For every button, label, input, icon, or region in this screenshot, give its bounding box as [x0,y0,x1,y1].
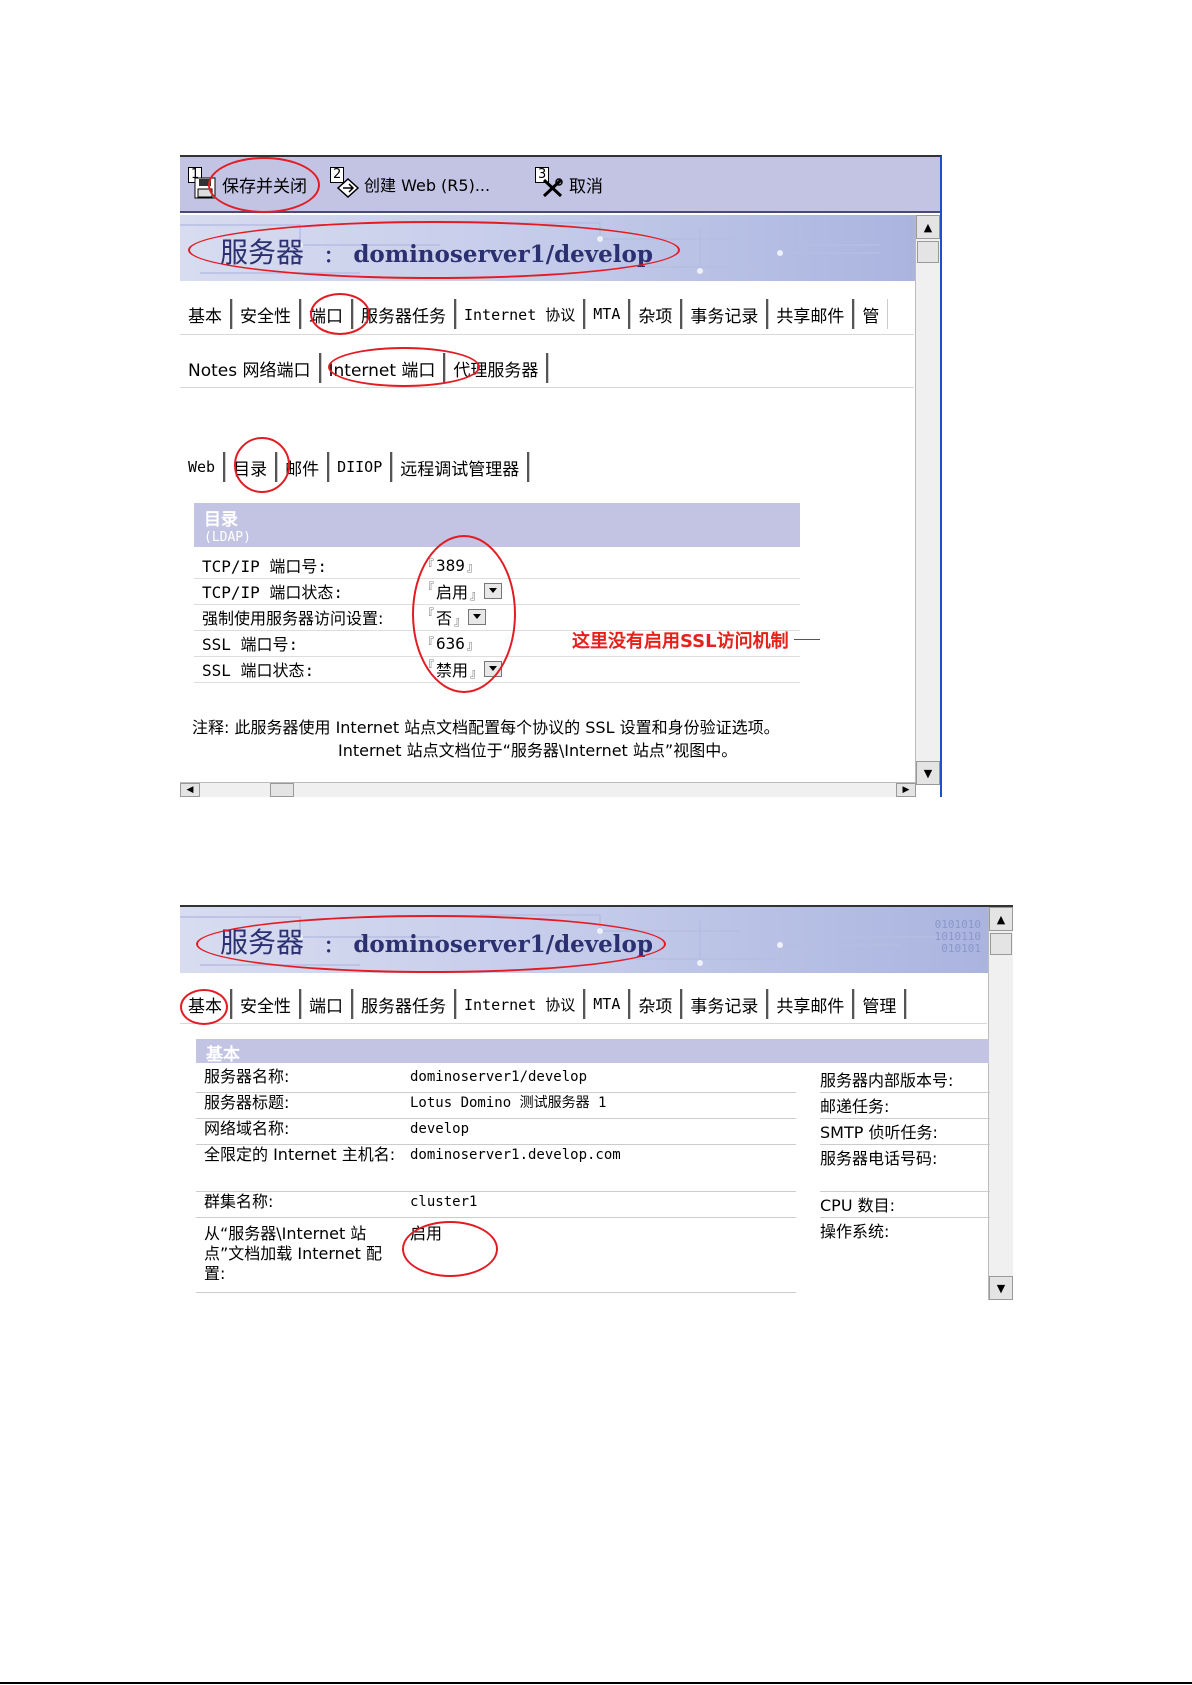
divider [180,1023,987,1024]
horizontal-scrollbar[interactable]: ◀ ▶ [180,782,916,797]
tcpip-port-status-row: TCP/IP 端口状态: 『启用』 [194,578,800,605]
right-label-mail-tasks: 邮递任务: [820,1093,990,1119]
scroll-down-arrow[interactable]: ▼ [916,761,940,785]
scroll-thumb-horizontal[interactable] [270,783,294,797]
tab-internet-ports[interactable]: Internet 端口 [321,353,446,383]
tcpip-port-number-row: TCP/IP 端口号: 『389』 [194,552,800,579]
server-title-row: 服务器标题: Lotus Domino 测试服务器 1 [196,1093,796,1119]
server-document-ports-window: 1 保存并关闭 2 创建 Web (R5)... 3 取消 服务器: domi… [180,155,942,797]
create-web-icon: 2 [330,167,360,199]
save-and-close-button[interactable]: 1 保存并关闭 [188,167,307,201]
right-label-phone-number: 服务器电话号码: [820,1145,990,1192]
scroll-right-arrow[interactable]: ▶ [896,783,916,797]
tab-admin-truncated[interactable]: 管 [854,299,887,329]
ssl-annotation: 这里没有启用SSL访问机制 [572,631,789,652]
tab-notes-network-ports[interactable]: Notes 网络端口 [180,353,321,383]
cancel-tools-icon: 3 [535,167,565,199]
server-title: 服务器 : dominoserver1/develop [220,926,653,959]
tab-transaction-log[interactable]: 事务记录 [682,299,769,329]
note-line-2: Internet 站点文档位于“服务器\Internet 站点”视图中。 [338,741,738,760]
tab-misc[interactable]: 杂项 [630,299,683,329]
internet-port-tabs: Web 目录 邮件 DIIOP 远程调试管理器 [180,450,530,484]
dropdown-arrow-icon[interactable] [484,661,503,677]
tab-ports[interactable]: 端口 [301,989,353,1019]
tab-server-tasks[interactable]: 服务器任务 [353,299,456,329]
tab-misc[interactable]: 杂项 [630,989,683,1019]
server-main-tabs: 基本 安全性 端口 服务器任务 Internet 协议 MTA 杂项 事务记录 … [180,297,887,331]
page-bottom-rule [0,1682,1192,1684]
binary-decoration: 0101010 1010110 010101 [934,918,981,955]
action-toolbar: 1 保存并关闭 2 创建 Web (R5)... 3 取消 [180,157,940,213]
scroll-up-arrow[interactable]: ▲ [989,907,1013,931]
right-label-cpu-count: CPU 数目: [820,1192,990,1218]
tab-web[interactable]: Web [180,452,226,482]
tab-transaction-log[interactable]: 事务记录 [682,989,769,1019]
server-name-row: 服务器名称: dominoserver1/develop [196,1067,796,1093]
vertical-scrollbar[interactable]: ▲ ▼ [988,907,1013,1300]
vertical-scrollbar[interactable]: ▲ ▼ [915,215,940,785]
create-web-label: 创建 Web (R5)... [364,176,491,195]
cancel-button[interactable]: 3 取消 [535,167,603,201]
divider [180,334,914,335]
save-disk-icon: 1 [188,167,218,199]
load-internet-config-row: 从“服务器\Internet 站点”文档加载 Internet 配置: 启用 [196,1218,796,1293]
save-and-close-label: 保存并关闭 [222,176,307,197]
ssl-port-status-select[interactable]: 『禁用』 [422,657,503,681]
tab-mta[interactable]: MTA [585,299,631,329]
basics-section-header: 基本 [196,1039,989,1065]
tab-internet-protocols[interactable]: Internet 协议 [456,989,586,1019]
tab-directory[interactable]: 目录 [225,452,278,482]
right-label-smtp-listener: SMTP 侦听任务: [820,1119,990,1145]
tab-server-tasks[interactable]: 服务器任务 [353,989,456,1019]
tab-mail[interactable]: 邮件 [277,452,330,482]
tab-remote-debug-manager[interactable]: 远程调试管理器 [392,452,530,482]
tab-security[interactable]: 安全性 [232,299,301,329]
port-sub-tabs: Notes 网络端口 Internet 端口 代理服务器 [180,351,549,385]
server-document-basics-window: 服务器 : dominoserver1/develop 0101010 10101… [180,905,1013,1300]
ldap-section-header: 目录 (LDAP) [194,503,800,547]
scroll-thumb[interactable] [917,241,939,263]
tcpip-port-number-field[interactable]: 『389』 [422,556,479,575]
dropdown-arrow-icon[interactable] [468,609,487,625]
server-title-banner: 服务器 : dominoserver1/develop [180,215,916,281]
annotation-pointer-line [794,639,820,640]
scroll-thumb[interactable] [990,933,1012,955]
tab-shared-mail[interactable]: 共享邮件 [768,299,855,329]
tab-mta[interactable]: MTA [585,989,631,1019]
tab-administration[interactable]: 管理 [854,989,907,1019]
enforce-access-select[interactable]: 『否』 [422,605,487,629]
ssl-port-number-field[interactable]: 『636』 [422,634,479,653]
scroll-down-arrow[interactable]: ▼ [989,1276,1013,1300]
tab-proxy-server[interactable]: 代理服务器 [445,353,549,383]
tcpip-port-status-select[interactable]: 『启用』 [422,579,503,603]
tab-ports[interactable]: 端口 [301,299,353,329]
tab-internet-protocols[interactable]: Internet 协议 [456,299,586,329]
cancel-label: 取消 [569,176,603,197]
scroll-up-arrow[interactable]: ▲ [916,215,940,239]
tab-diiop[interactable]: DIIOP [329,452,393,482]
right-label-os: 操作系统: [820,1222,890,1241]
tab-basic[interactable]: 基本 [180,299,232,329]
divider [180,387,914,388]
cluster-name-row: 群集名称: cluster1 [196,1192,796,1218]
right-label-build-number: 服务器内部版本号: [820,1067,990,1093]
scroll-left-arrow[interactable]: ◀ [180,783,200,797]
note-line-1: 注释: 此服务器使用 Internet 站点文档配置每个协议的 SSL 设置和身… [192,718,780,737]
fqdn-row: 全限定的 Internet 主机名: dominoserver1.develop… [196,1145,796,1192]
tab-shared-mail[interactable]: 共享邮件 [768,989,855,1019]
create-web-button[interactable]: 2 创建 Web (R5)... [330,167,490,201]
server-title: 服务器 : dominoserver1/develop [220,236,653,269]
server-title-banner: 服务器 : dominoserver1/develop 0101010 10101… [180,907,989,973]
tab-security[interactable]: 安全性 [232,989,301,1019]
dropdown-arrow-icon[interactable] [484,583,503,599]
ssl-port-status-row: SSL 端口状态: 『禁用』 [194,656,800,683]
tab-basic[interactable]: 基本 [180,989,232,1019]
domain-name-row: 网络域名称: develop [196,1119,796,1145]
server-main-tabs: 基本 安全性 端口 服务器任务 Internet 协议 MTA 杂项 事务记录 … [180,987,907,1021]
